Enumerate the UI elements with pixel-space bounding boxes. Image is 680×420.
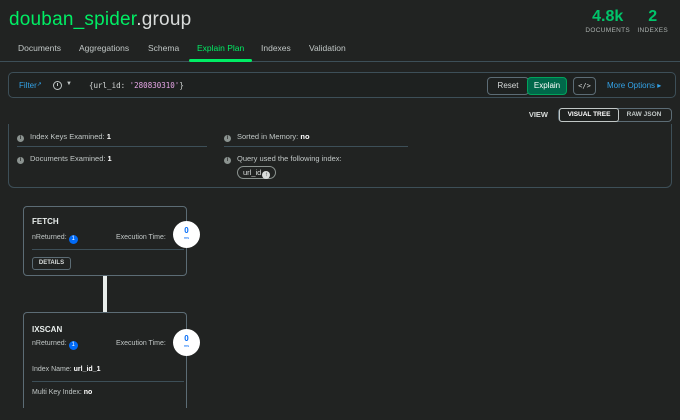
- external-link-icon: ↗: [36, 82, 42, 88]
- view-label: VIEW: [528, 110, 548, 119]
- documents-label: DOCUMENTS: [585, 27, 630, 34]
- documents-examined: i Documents Examined: 1: [17, 154, 112, 164]
- index-keys-examined: i Index Keys Examined: 1: [17, 132, 111, 142]
- index-pill: url_id ↑: [237, 166, 277, 179]
- nreturned-badge: 1: [68, 341, 78, 350]
- namespace-title: douban_spider.group: [9, 9, 191, 31]
- tab-explain-plan[interactable]: Explain Plan: [197, 43, 244, 53]
- sorted-in-memory: i Sorted in Memory: no: [224, 132, 310, 142]
- indexes-stat: 2 INDEXES: [637, 8, 668, 34]
- info-icon: i: [224, 135, 231, 142]
- query-used-index: i Query used the following index:: [224, 154, 342, 164]
- visual-tree-button[interactable]: VISUAL TREE: [559, 108, 619, 122]
- info-icon: i: [17, 135, 24, 142]
- stage-name: FETCH: [32, 217, 59, 226]
- nreturned-badge: 1: [68, 235, 78, 244]
- filter-link[interactable]: Filter↗: [19, 81, 42, 90]
- execution-time-unit: ms: [183, 343, 190, 348]
- execution-time-label: Execution Time:: [116, 340, 166, 347]
- info-icon: i: [224, 157, 231, 164]
- summary-divider: [224, 146, 408, 147]
- documents-stat: 4.8k DOCUMENTS: [585, 8, 630, 34]
- stage-connector: [103, 276, 107, 312]
- details-button[interactable]: DETAILS: [32, 257, 71, 270]
- query-bar: Filter↗ ▼ {url_id: '280830310'} Reset Ex…: [8, 72, 676, 98]
- ascending-arrow-icon: ↑: [262, 171, 271, 179]
- index-name-label: Index Name:: [32, 366, 74, 373]
- docs-examined-value: 1: [107, 154, 112, 163]
- info-icon: i: [17, 157, 24, 164]
- card-divider: [32, 381, 184, 382]
- nreturned-label: nReturned:: [32, 340, 67, 347]
- index-name: Index Name: url_id_1: [32, 366, 101, 373]
- sorted-label: Sorted in Memory:: [237, 132, 301, 141]
- stage-name: IXSCAN: [32, 325, 63, 334]
- index-keys-value: 1: [106, 132, 111, 141]
- tab-schema[interactable]: Schema: [148, 43, 179, 53]
- multikey-label: Multi Key Index:: [32, 389, 84, 396]
- indexes-count: 2: [648, 8, 658, 25]
- filter-label: Filter: [19, 81, 37, 90]
- query-index-label: Query used the following index:: [237, 154, 342, 163]
- filter-input[interactable]: {url_id: '280830310'}: [89, 81, 184, 90]
- index-name-value: url_id_1: [73, 366, 101, 373]
- query-key: {url_id:: [89, 81, 130, 90]
- view-toggle-row: VIEW VISUAL TREE RAW JSON: [512, 108, 672, 122]
- execution-time-value: 0: [184, 334, 189, 343]
- execution-time-label: Execution Time:: [116, 234, 166, 241]
- nreturned: nReturned: 1: [32, 234, 78, 244]
- view-segmented-control: VISUAL TREE RAW JSON: [558, 108, 672, 122]
- collection-tabs: Documents Aggregations Schema Explain Pl…: [0, 38, 680, 62]
- tab-indexes[interactable]: Indexes: [261, 43, 291, 53]
- code-view-button[interactable]: </>: [573, 77, 596, 95]
- sorted-value: no: [300, 132, 310, 141]
- stage-card-fetch[interactable]: FETCH nReturned: 1 Execution Time: 0 ms D…: [23, 206, 200, 276]
- history-clock-icon[interactable]: [53, 81, 62, 90]
- tab-documents[interactable]: Documents: [18, 43, 61, 53]
- nreturned-label: nReturned:: [32, 234, 67, 241]
- database-name[interactable]: douban_spider: [9, 9, 136, 30]
- multi-key-index: Multi Key Index: no: [32, 389, 92, 396]
- execution-time-value: 0: [184, 226, 189, 235]
- more-options-link[interactable]: More Options ▸: [607, 81, 661, 90]
- indexes-label: INDEXES: [637, 27, 668, 34]
- reset-button[interactable]: Reset: [487, 77, 529, 95]
- execution-time-circle: 0 ms: [173, 221, 200, 248]
- tab-validation[interactable]: Validation: [309, 43, 346, 53]
- index-pill-name: url_id: [243, 168, 262, 177]
- execution-time-circle: 0 ms: [173, 329, 200, 356]
- summary-divider: [17, 146, 207, 147]
- explain-button[interactable]: Explain: [527, 77, 567, 95]
- docs-examined-label: Documents Examined:: [30, 154, 108, 163]
- execution-time-unit: ms: [183, 235, 190, 240]
- query-value: '280830310': [129, 81, 180, 90]
- stage-card-ixscan[interactable]: IXSCAN nReturned: 1 Execution Time: 0 ms …: [23, 312, 200, 408]
- history-caret-icon[interactable]: ▼: [66, 81, 72, 87]
- active-tab-indicator: [189, 59, 252, 62]
- documents-count: 4.8k: [592, 8, 624, 25]
- card-divider: [32, 249, 184, 250]
- collection-name: .group: [136, 9, 192, 30]
- raw-json-button[interactable]: RAW JSON: [617, 109, 671, 121]
- index-keys-label: Index Keys Examined:: [30, 132, 107, 141]
- tab-aggregations[interactable]: Aggregations: [79, 43, 129, 53]
- nreturned: nReturned: 1: [32, 340, 78, 350]
- query-close: }: [179, 81, 184, 90]
- multikey-value: no: [83, 389, 93, 396]
